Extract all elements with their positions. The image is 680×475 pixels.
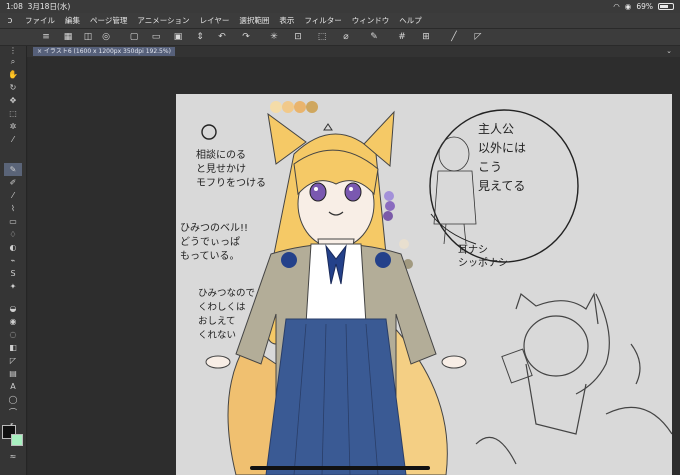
menu-layer[interactable]: レイヤー xyxy=(195,15,235,26)
fill-tool-icon[interactable]: ◐ xyxy=(4,241,22,254)
sub-color-swatch[interactable] xyxy=(11,434,23,446)
frame-icon[interactable]: ◸ xyxy=(4,354,22,367)
figure-icon[interactable]: ◌ xyxy=(4,328,22,341)
palette-dot xyxy=(270,101,282,113)
status-time-date: 1:08 3月18日(水) xyxy=(6,0,70,13)
sparkle-icon[interactable]: ✦ xyxy=(4,280,22,293)
open-folder-icon[interactable]: ▭ xyxy=(148,31,164,44)
pencil-tool-icon[interactable]: ✐ xyxy=(4,176,22,189)
menu-bar: ↄ ファイル 編集 ページ管理 アニメーション レイヤー 選択範囲 表示 フィル… xyxy=(0,13,680,28)
magic-wand-icon[interactable]: ✲ xyxy=(4,120,22,133)
status-time: 1:08 xyxy=(6,2,23,11)
new-file-icon[interactable]: ▢ xyxy=(126,31,142,44)
grid-alt-icon[interactable]: ⊞ xyxy=(418,31,434,44)
scroll-icon[interactable]: ⇕ xyxy=(192,31,208,44)
transparent-color-icon[interactable]: ≈ xyxy=(4,450,22,463)
palette-dot xyxy=(399,239,409,249)
pen-tool-icon[interactable]: ✎ xyxy=(4,163,22,176)
note-secret: ひみつなので くわしくは おしえて くれない xyxy=(198,288,256,341)
ios-status-bar: 1:08 3月18日(水) ◠ ◉ 69% xyxy=(0,0,680,13)
bucket-icon[interactable]: ◒ xyxy=(4,302,22,315)
palette-dot xyxy=(282,101,294,113)
menu-selection[interactable]: 選択範囲 xyxy=(234,15,274,26)
note-consult: 相談にのる と見せかけ モフりをつける xyxy=(196,150,266,189)
palette-dot xyxy=(385,201,395,211)
grid-icon[interactable]: # xyxy=(394,31,410,44)
app-logo-icon[interactable]: ↄ xyxy=(0,16,20,26)
hamburger-icon[interactable]: ≡ xyxy=(38,31,54,44)
ruler-tool-icon[interactable]: ▤ xyxy=(4,367,22,380)
home-indicator[interactable] xyxy=(250,466,430,470)
canvas-paper[interactable]: 相談にのる と見せかけ モフりをつける ひみつのベル!! どうでぃっぱ もってい… xyxy=(176,94,672,475)
tool-palette: ⋮ ⌕ ✋ ↻ ✥ ⬚ ✲ ⁄ ✎ ✐ ⁄ ⌇ ▭ ♢ ◐ ⌁ S ✦ ◒ ◉ … xyxy=(0,46,27,475)
decoration-icon[interactable]: ⌁ xyxy=(4,254,22,267)
blend-tool-icon[interactable]: ♢ xyxy=(4,228,22,241)
document-tab-bar: × イラスト6 (1600 x 1200px 350dpi 192.5%) ⌄ xyxy=(27,46,680,57)
redo-icon[interactable]: ↷ xyxy=(238,31,254,44)
brush-tool-icon[interactable]: ⁄ xyxy=(4,189,22,202)
menu-window[interactable]: ウィンドウ xyxy=(347,15,395,26)
tag-icon[interactable]: ◫ xyxy=(80,31,96,44)
hand-tool-icon[interactable]: ✋ xyxy=(4,68,22,81)
menu-help[interactable]: ヘルプ xyxy=(394,15,427,26)
text-s-icon[interactable]: S xyxy=(4,267,22,280)
battery-icon xyxy=(658,3,674,10)
right-scrollbar[interactable] xyxy=(672,57,680,475)
selection-tool-icon[interactable]: ⬚ xyxy=(4,107,22,120)
palette-dot xyxy=(384,191,394,201)
transform-icon[interactable]: ⊡ xyxy=(290,31,306,44)
ruler-icon[interactable]: ◸ xyxy=(470,31,486,44)
menu-animation[interactable]: アニメーション xyxy=(132,15,194,26)
bubble-text-2: 耳ナシ シッポナシ xyxy=(458,245,508,269)
balloon-icon[interactable]: ◯ xyxy=(4,393,22,406)
chevron-down-icon[interactable]: ⌄ xyxy=(666,46,672,57)
lock-rotation-icon: ◉ xyxy=(624,2,632,11)
save-icon[interactable]: ▣ xyxy=(170,31,186,44)
palette-dot xyxy=(306,101,318,113)
command-bar: ≡ ▦ ◫ ◎ ▢ ▭ ▣ ⇕ ↶ ↷ ✳ ⊡ ⬚ ⌀ ✎ # ⊞ ╱ ◸ xyxy=(0,28,680,46)
ruler-pen-icon[interactable]: ✎ xyxy=(366,31,382,44)
eyedropper-icon[interactable]: ⁄ xyxy=(4,133,22,146)
note-secret-bell: ひみつのベル!! どうでぃっぱ もっている。 xyxy=(180,223,249,262)
menu-edit[interactable]: 編集 xyxy=(60,15,85,26)
line-icon[interactable]: ╱ xyxy=(446,31,462,44)
gradient-icon[interactable]: ◉ xyxy=(4,315,22,328)
move-tool-icon[interactable]: ✥ xyxy=(4,94,22,107)
zoom-tool-icon[interactable]: ⌕ xyxy=(4,55,22,68)
correction-icon[interactable]: ⌒ xyxy=(4,406,22,419)
palette-dot xyxy=(294,101,306,113)
undo-icon[interactable]: ↶ xyxy=(214,31,230,44)
palette-icon[interactable]: ▦ xyxy=(60,31,76,44)
battery-percent: 69% xyxy=(636,2,653,11)
status-date: 3月18日(水) xyxy=(27,2,71,11)
menu-file[interactable]: ファイル xyxy=(20,15,60,26)
marquee-icon[interactable]: ⬚ xyxy=(314,31,330,44)
menu-filter[interactable]: フィルター xyxy=(299,15,346,26)
status-right: ◠ ◉ 69% xyxy=(613,0,674,13)
rotate-tool-icon[interactable]: ↻ xyxy=(4,81,22,94)
menu-view[interactable]: 表示 xyxy=(274,15,299,26)
palette-dot xyxy=(383,211,393,221)
select-all-icon[interactable]: ✳ xyxy=(266,31,282,44)
bubble-text: 主人公 以外には こう 見えてる xyxy=(478,122,527,193)
deselect-icon[interactable]: ⌀ xyxy=(338,31,354,44)
text-tool-icon[interactable]: A xyxy=(4,380,22,393)
airbrush-icon[interactable]: ⌇ xyxy=(4,202,22,215)
companion-icon[interactable]: ◎ xyxy=(98,31,114,44)
document-tab[interactable]: × イラスト6 (1600 x 1200px 350dpi 192.5%) xyxy=(33,47,175,56)
eraser-icon[interactable]: ▭ xyxy=(4,215,22,228)
shape-icon[interactable]: ◧ xyxy=(4,341,22,354)
menu-page[interactable]: ページ管理 xyxy=(85,15,132,26)
wifi-icon: ◠ xyxy=(613,2,620,11)
